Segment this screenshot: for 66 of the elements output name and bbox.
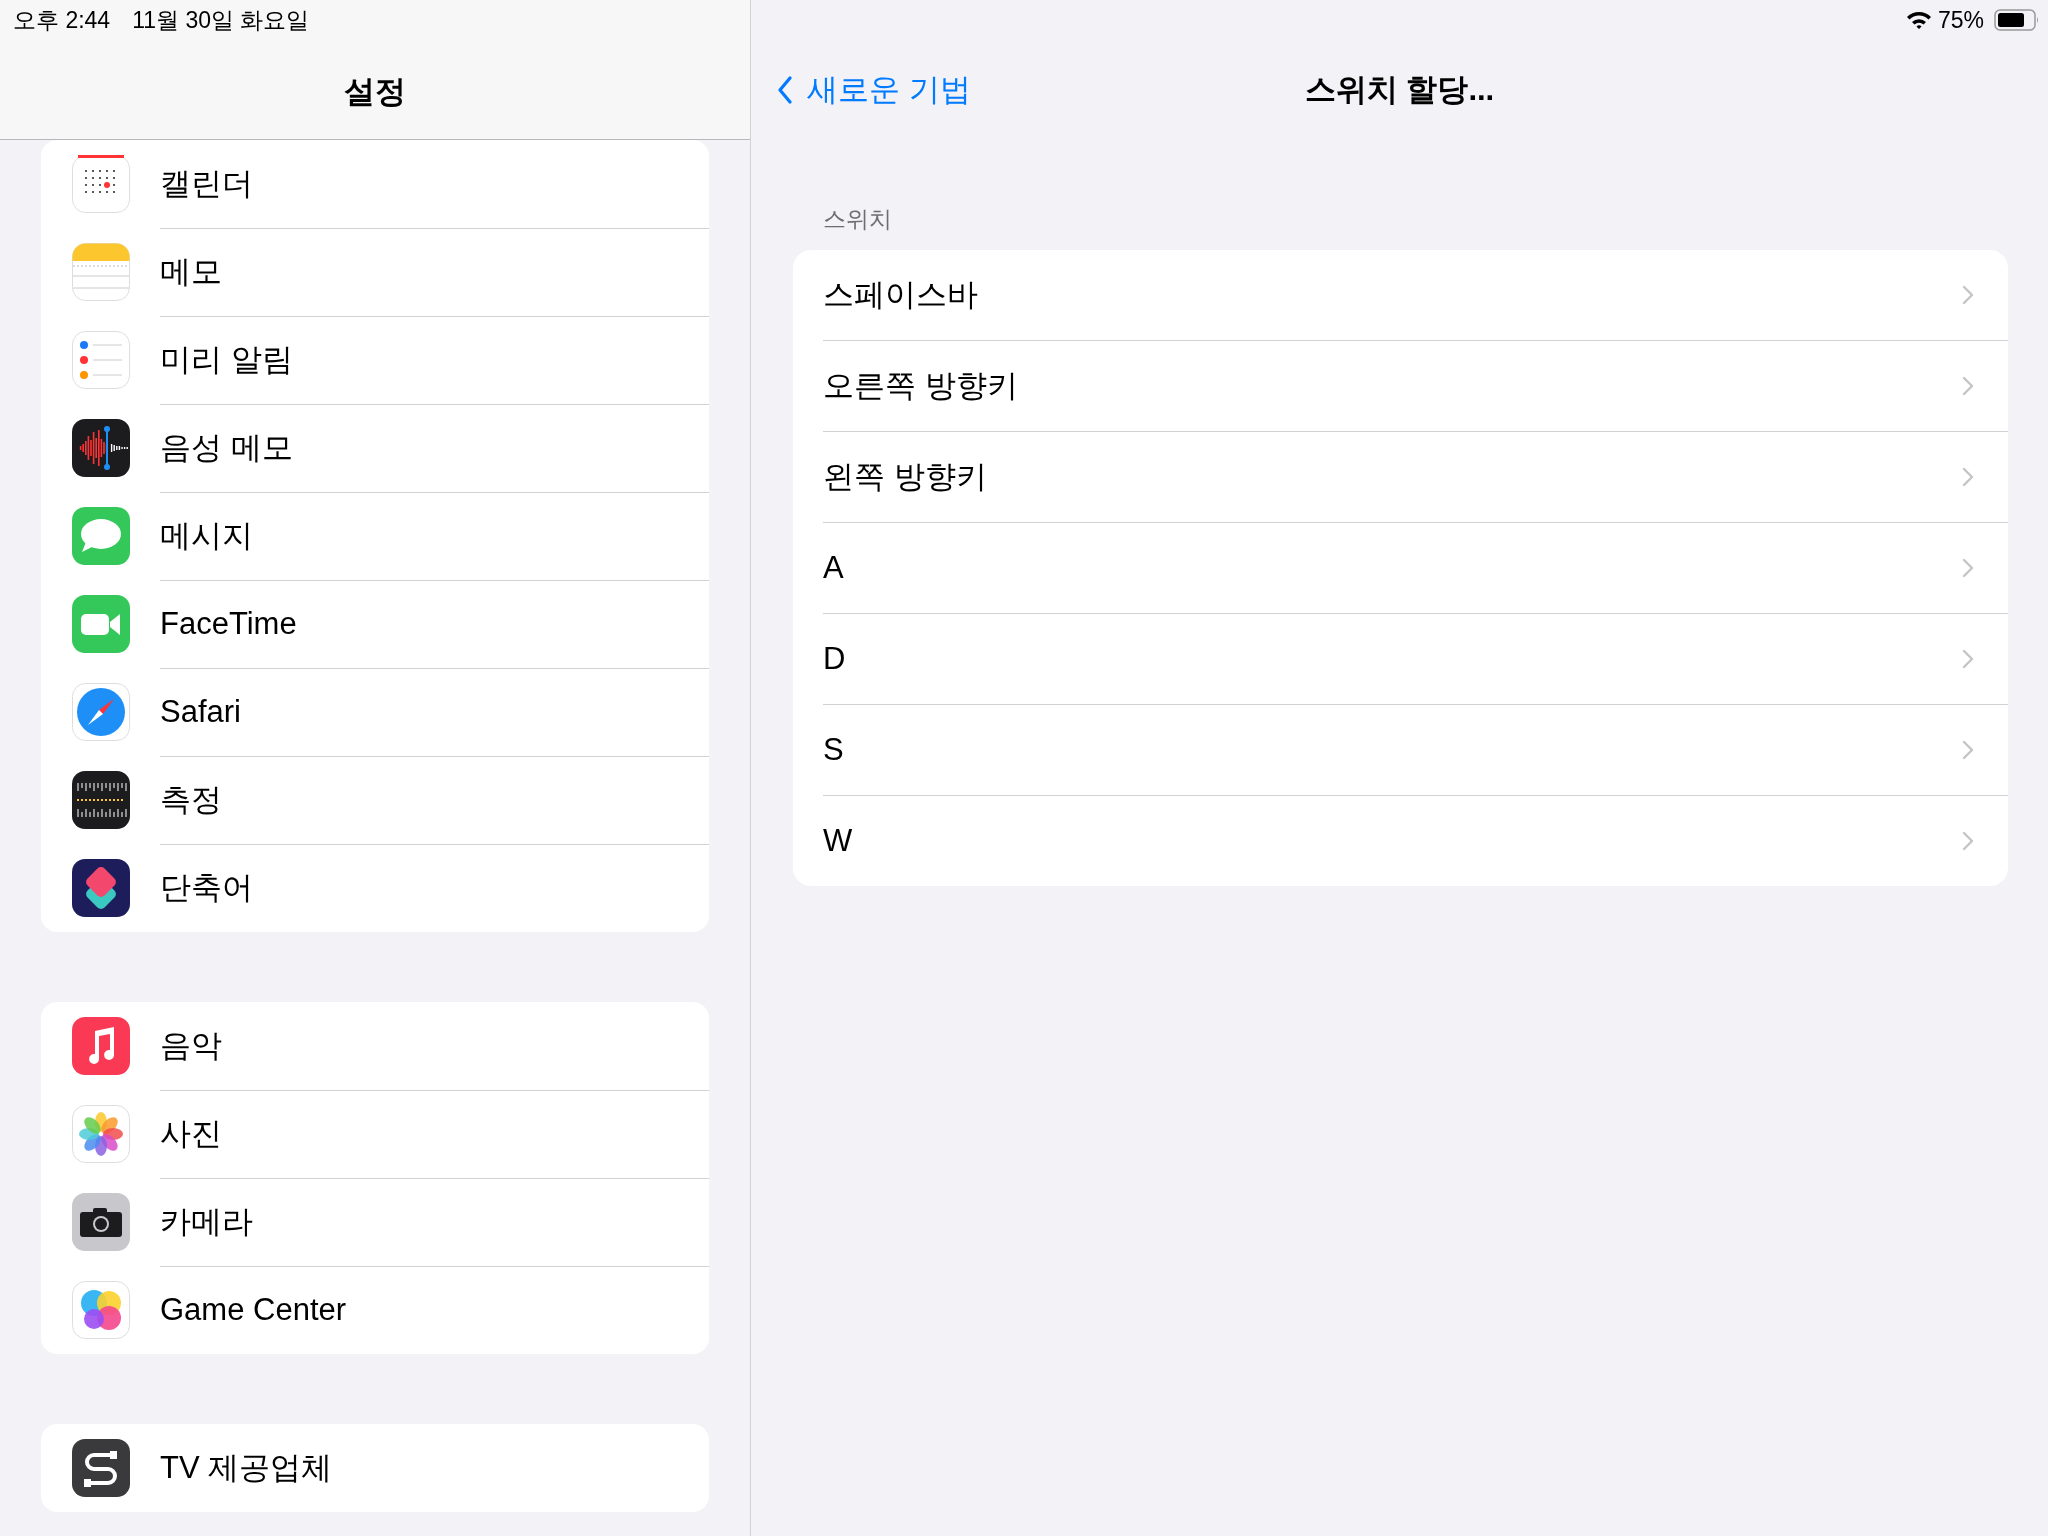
settings-item-label: 메모: [160, 252, 222, 291]
status-date: 11월 30일 화요일: [132, 6, 310, 35]
settings-item-label: 단축어: [160, 869, 253, 907]
settings-item[interactable]: 미리 알림: [41, 316, 709, 404]
settings-item-label: TV 제공업체: [160, 1449, 333, 1487]
flower-icon: [72, 1105, 130, 1163]
settings-item[interactable]: 캘린더: [41, 140, 709, 228]
camera-icon: [72, 1193, 130, 1251]
settings-item[interactable]: 카메라: [41, 1178, 709, 1266]
ruler-icon: [72, 771, 130, 829]
wifi-icon: [1905, 10, 1932, 30]
switch-item[interactable]: A: [823, 523, 2008, 614]
switch-item[interactable]: 스페이스바: [823, 250, 2008, 341]
status-time: 오후 2:44: [13, 6, 111, 35]
page-title: 스위치 할당...: [1304, 71, 1495, 109]
settings-item[interactable]: Game Center: [41, 1266, 709, 1354]
battery-percentage: 75%: [1937, 6, 1984, 34]
switch-item[interactable]: W: [823, 796, 2008, 886]
chevron-right-icon: [1962, 558, 1974, 578]
chevron-left-icon: [777, 76, 793, 104]
circles-icon: [72, 1281, 130, 1339]
cable-icon: [72, 1439, 130, 1497]
switch-item[interactable]: D: [823, 614, 2008, 705]
switch-item[interactable]: 왼쪽 방향키: [823, 432, 2008, 523]
music-note-icon: [72, 1017, 130, 1075]
settings-item-label: 측정: [160, 780, 222, 819]
chevron-right-icon: [1962, 467, 1974, 487]
battery-icon: [1994, 9, 2040, 31]
video-camera-icon: [72, 595, 130, 653]
switch-item[interactable]: 오른쪽 방향키: [823, 341, 2008, 432]
settings-item[interactable]: 메시지: [41, 492, 709, 580]
settings-item-label: 캘린더: [160, 164, 253, 203]
settings-item[interactable]: TV 제공업체: [41, 1424, 709, 1512]
settings-item-label: 음성 메모: [160, 428, 293, 467]
settings-item[interactable]: FaceTime: [41, 580, 709, 668]
settings-item-label: 메시지: [160, 516, 253, 555]
settings-item-label: 사진: [160, 1114, 222, 1153]
settings-item[interactable]: 단축어: [41, 844, 709, 932]
switch-item[interactable]: S: [823, 705, 2008, 796]
sidebar-title: 설정: [343, 73, 407, 111]
settings-item-label: 음악: [160, 1026, 222, 1065]
chevron-right-icon: [1962, 376, 1974, 396]
settings-item-label: 미리 알림: [160, 340, 293, 379]
compass-icon: [72, 683, 130, 741]
settings-item-label: 카메라: [160, 1202, 253, 1241]
settings-item-label: Safari: [160, 693, 241, 730]
settings-item[interactable]: 음악: [41, 1002, 709, 1090]
waveform-icon: [72, 419, 130, 477]
settings-item[interactable]: Safari: [41, 668, 709, 756]
chevron-right-icon: [1962, 831, 1974, 851]
chevron-right-icon: [1962, 285, 1974, 305]
settings-item-label: Game Center: [160, 1292, 347, 1328]
back-button[interactable]: 새로운 기법: [777, 69, 971, 111]
settings-item-label: FaceTime: [160, 605, 297, 642]
layers-icon: [72, 859, 130, 917]
chevron-right-icon: [1962, 740, 1974, 760]
settings-item[interactable]: 음성 메모: [41, 404, 709, 492]
settings-item[interactable]: 측정: [41, 756, 709, 844]
speech-bubble-icon: [72, 507, 130, 565]
settings-item[interactable]: 메모: [41, 228, 709, 316]
list-icon: [72, 331, 130, 389]
chevron-right-icon: [1962, 649, 1974, 669]
calendar-icon: [72, 155, 130, 213]
notepad-icon: [72, 243, 130, 301]
settings-item[interactable]: 사진: [41, 1090, 709, 1178]
section-header: 스위치: [823, 205, 893, 234]
